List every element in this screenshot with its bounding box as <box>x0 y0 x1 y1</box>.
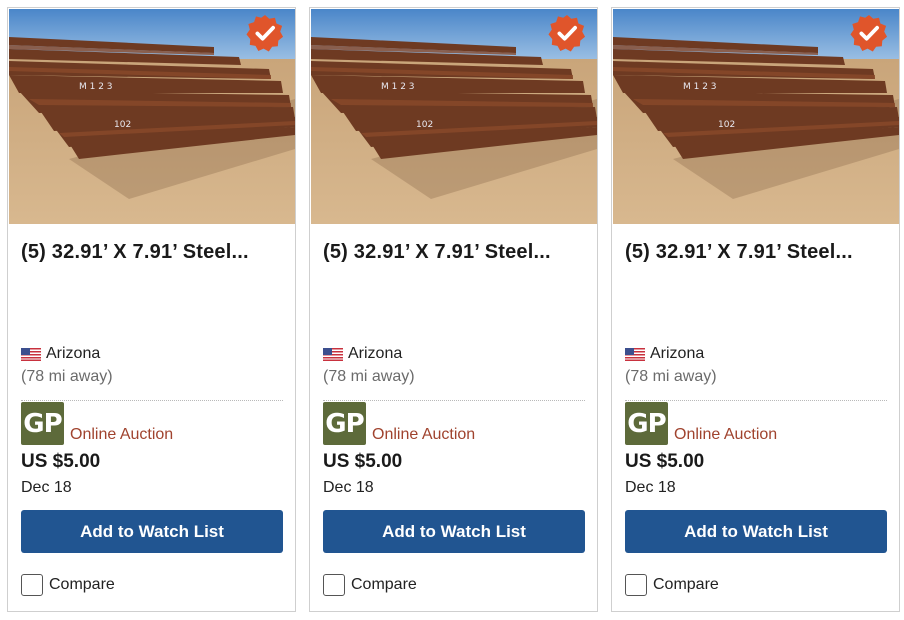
seller-logo[interactable]: GP <box>21 402 64 445</box>
compare-checkbox[interactable] <box>625 574 647 596</box>
location-label: Arizona <box>348 345 403 362</box>
location: Arizona <box>323 345 402 363</box>
divider <box>21 400 283 401</box>
compare-option[interactable]: Compare <box>323 574 417 596</box>
seller-logo[interactable]: GP <box>625 402 668 445</box>
compare-label[interactable]: Compare <box>49 576 115 594</box>
listing-card[interactable]: M 1 2 3 102 (5) 32.91’ X 7.91’ Steel... … <box>309 7 598 612</box>
us-flag-icon <box>625 347 645 361</box>
auction-date: Dec 18 <box>625 479 676 496</box>
divider <box>323 400 585 401</box>
seller-logo[interactable]: GP <box>323 402 366 445</box>
compare-option[interactable]: Compare <box>21 574 115 596</box>
compare-checkbox[interactable] <box>323 574 345 596</box>
verified-check-badge-icon <box>246 14 284 52</box>
compare-option[interactable]: Compare <box>625 574 719 596</box>
us-flag-icon <box>21 347 41 361</box>
listing-card[interactable]: M 1 2 3 102 (5) 32.91’ X 7.91’ Steel... … <box>7 7 296 612</box>
location: Arizona <box>21 345 100 363</box>
sale-type: Online Auction <box>674 426 778 443</box>
verified-check-badge-icon <box>850 14 888 52</box>
listing-title[interactable]: (5) 32.91’ X 7.91’ Steel... <box>625 241 887 264</box>
svg-text:M 1 2 3: M 1 2 3 <box>79 82 113 92</box>
svg-text:102: 102 <box>718 120 735 130</box>
compare-checkbox[interactable] <box>21 574 43 596</box>
distance: (78 mi away) <box>21 368 113 385</box>
auction-date: Dec 18 <box>21 479 72 496</box>
svg-text:102: 102 <box>416 120 433 130</box>
divider <box>625 400 887 401</box>
sale-type: Online Auction <box>70 426 174 443</box>
us-flag-icon <box>323 347 343 361</box>
listing-title[interactable]: (5) 32.91’ X 7.91’ Steel... <box>21 241 283 264</box>
distance: (78 mi away) <box>625 368 717 385</box>
add-to-watch-list-button[interactable]: Add to Watch List <box>21 510 283 553</box>
listing-card[interactable]: M 1 2 3 102 (5) 32.91’ X 7.91’ Steel... … <box>611 7 900 612</box>
sale-type: Online Auction <box>372 426 476 443</box>
compare-label[interactable]: Compare <box>653 576 719 594</box>
location-label: Arizona <box>650 345 705 362</box>
listing-title[interactable]: (5) 32.91’ X 7.91’ Steel... <box>323 241 585 264</box>
compare-label[interactable]: Compare <box>351 576 417 594</box>
price: US $5.00 <box>21 451 101 472</box>
listing-grid: M 1 2 3 102 (5) 32.91’ X 7.91’ Steel... … <box>7 7 900 612</box>
location-label: Arizona <box>46 345 101 362</box>
price: US $5.00 <box>625 451 705 472</box>
svg-text:M 1 2 3: M 1 2 3 <box>683 82 717 92</box>
add-to-watch-list-button[interactable]: Add to Watch List <box>323 510 585 553</box>
distance: (78 mi away) <box>323 368 415 385</box>
price: US $5.00 <box>323 451 403 472</box>
location: Arizona <box>625 345 704 363</box>
svg-text:M 1 2 3: M 1 2 3 <box>381 82 415 92</box>
auction-date: Dec 18 <box>323 479 374 496</box>
verified-check-badge-icon <box>548 14 586 52</box>
svg-text:102: 102 <box>114 120 131 130</box>
add-to-watch-list-button[interactable]: Add to Watch List <box>625 510 887 553</box>
